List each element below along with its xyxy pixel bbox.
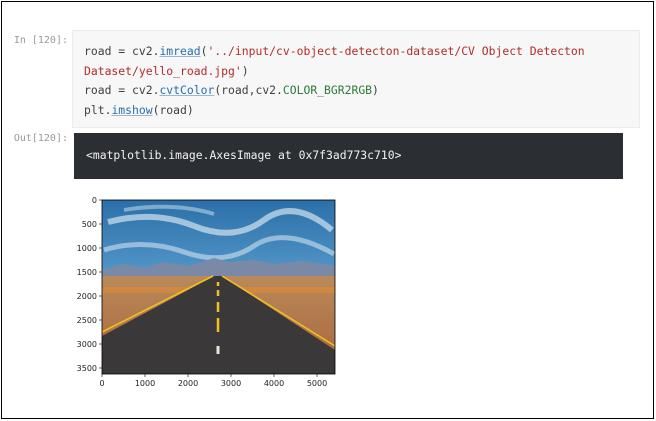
y-axis: 0 500 1000 1500 2000 2500 3000 3500 — [77, 196, 102, 373]
y-tick-label: 1500 — [77, 268, 97, 277]
output-cell: <matplotlib.image.AxesImage at 0x7f3ad77… — [74, 133, 623, 179]
x-axis: 0 1000 2000 3000 4000 5000 — [99, 374, 327, 388]
code-text: (road,cv2. — [214, 83, 283, 97]
code-cell[interactable]: road = cv2.imread('../input/cv-object-de… — [72, 30, 640, 128]
imshow-plot: 0 500 1000 1500 2000 2500 3000 3500 0 10… — [77, 196, 336, 388]
x-tick-label: 2000 — [178, 379, 198, 388]
input-prompt: In [120]: — [13, 35, 68, 46]
road-image — [101, 200, 336, 374]
x-tick-label: 0 — [99, 379, 104, 388]
code-text: plt. — [84, 102, 112, 117]
code-text: (road) — [152, 102, 194, 117]
y-tick-label: 1000 — [77, 244, 97, 253]
y-tick-label: 2000 — [77, 292, 97, 301]
x-tick-label: 1000 — [135, 379, 155, 388]
code-text: ) — [372, 83, 379, 97]
constant-name: COLOR_BGR2RGB — [282, 83, 373, 97]
x-tick-label: 3000 — [221, 379, 241, 388]
y-tick-label: 3000 — [77, 340, 97, 349]
code-text: road = cv2. — [84, 44, 160, 58]
output-prompt: Out[120]: — [13, 133, 68, 144]
code-text: road = cv2. — [84, 83, 160, 97]
function-name: imshow — [111, 102, 153, 117]
y-tick-label: 3500 — [77, 364, 97, 373]
x-tick-label: 5000 — [307, 379, 327, 388]
notebook-frame: In [120]: road = cv2.imread('../input/cv… — [1, 1, 654, 419]
output-text: <matplotlib.image.AxesImage at 0x7f3ad77… — [86, 148, 402, 162]
function-name: cvtColor — [159, 83, 215, 97]
function-name: imread — [159, 44, 201, 58]
y-tick-label: 0 — [92, 196, 97, 205]
code-text: ) — [241, 63, 249, 78]
y-tick-label: 500 — [82, 220, 97, 229]
x-tick-label: 4000 — [264, 379, 284, 388]
code-editor[interactable]: road = cv2.imread('../input/cv-object-de… — [84, 42, 632, 120]
y-tick-label: 2500 — [77, 316, 97, 325]
